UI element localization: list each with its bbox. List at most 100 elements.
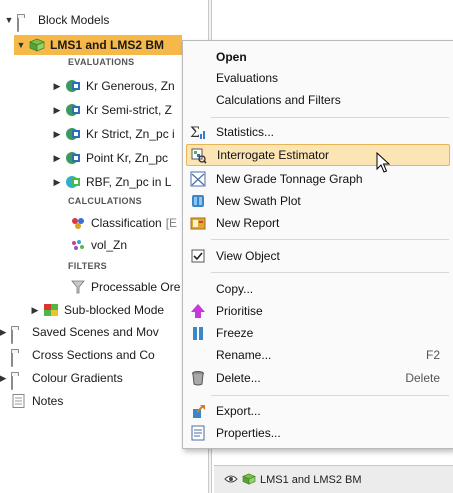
tree-item-label: Kr Generous, Zn xyxy=(86,79,175,93)
report-icon xyxy=(190,215,206,231)
menu-item-copy[interactable]: Copy... xyxy=(186,278,450,300)
menu-item-statistics[interactable]: Σ Statistics... xyxy=(186,121,450,143)
shown-objects-bar: LMS1 and LMS2 BM xyxy=(214,465,453,493)
evaluation-icon xyxy=(65,79,81,93)
tree-item-filter[interactable]: Processable Ore xyxy=(70,277,180,297)
menu-item-calculations-filters[interactable]: Calculations and Filters xyxy=(186,89,450,111)
folder-icon xyxy=(11,348,27,367)
tree-item-evaluation[interactable]: ▶ Kr Strict, Zn_pc i xyxy=(52,124,175,144)
menu-item-export[interactable]: Export... xyxy=(186,400,450,422)
filter-icon xyxy=(70,280,86,294)
evaluation-icon xyxy=(65,127,81,141)
menu-item-view-object[interactable]: View Object xyxy=(186,245,450,267)
menu-separator xyxy=(211,239,449,240)
tree-item-label: Kr Semi-strict, Z xyxy=(86,103,172,117)
expanded-arrow-icon[interactable]: ▼ xyxy=(4,15,14,25)
sub-blocked-model-icon xyxy=(43,303,59,317)
menu-item-label: New Grade Tonnage Graph xyxy=(216,172,363,186)
collapsed-arrow-icon[interactable]: ▶ xyxy=(52,105,62,115)
menu-item-shortcut: Delete xyxy=(405,371,440,385)
tree-item-label: Block Models xyxy=(38,13,110,27)
shown-object-item[interactable]: LMS1 and LMS2 BM xyxy=(224,472,362,488)
menu-separator xyxy=(211,395,449,396)
collapsed-arrow-icon[interactable]: ▶ xyxy=(52,177,62,187)
tree-item-evaluation[interactable]: ▶ RBF, Zn_pc in L xyxy=(52,172,172,192)
properties-icon xyxy=(190,425,206,441)
menu-item-label: Copy... xyxy=(216,282,254,296)
collapsed-arrow-icon[interactable]: ▶ xyxy=(52,81,62,91)
eye-icon[interactable] xyxy=(224,474,238,487)
collapsed-arrow-icon[interactable]: ▶ xyxy=(0,327,8,337)
menu-item-label: New Swath Plot xyxy=(216,194,301,208)
prioritise-arrow-icon xyxy=(190,303,206,319)
section-header-filters: FILTERS xyxy=(68,261,107,271)
menu-item-interrogate-estimator[interactable]: Interrogate Estimator xyxy=(186,144,450,166)
context-menu: Open Evaluations Calculations and Filter… xyxy=(182,40,453,449)
collapsed-arrow-icon[interactable]: ▶ xyxy=(30,305,40,315)
tree-item-saved-scenes[interactable]: ▶ Saved Scenes and Mov xyxy=(0,322,159,344)
menu-item-open[interactable]: Open xyxy=(186,46,450,68)
menu-item-rename[interactable]: Rename... F2 xyxy=(186,344,450,366)
mouse-pointer-icon xyxy=(376,152,390,173)
menu-item-properties[interactable]: Properties... xyxy=(186,422,450,444)
tree-item-label: Colour Gradients xyxy=(32,371,123,385)
expanded-arrow-icon[interactable]: ▼ xyxy=(16,40,26,50)
tree-item-label: Saved Scenes and Mov xyxy=(32,325,159,339)
menu-item-label: Calculations and Filters xyxy=(216,93,341,107)
menu-separator xyxy=(211,272,449,273)
menu-item-label: New Report xyxy=(216,216,280,230)
tree-item-calculation[interactable]: Classification [E xyxy=(70,213,177,233)
tree-item-block-models[interactable]: ▼ Block Models xyxy=(4,10,110,32)
menu-item-delete[interactable]: Delete... Delete xyxy=(186,367,450,389)
tree-item-suffix: [E xyxy=(165,216,178,230)
shown-object-label: LMS1 and LMS2 BM xyxy=(260,474,362,486)
menu-item-grade-tonnage-graph[interactable]: New Grade Tonnage Graph xyxy=(186,168,450,190)
menu-item-label: Open xyxy=(216,50,247,64)
folder-icon xyxy=(11,325,27,344)
tree-item-label: vol_Zn xyxy=(91,238,128,252)
menu-separator xyxy=(211,117,449,118)
trash-icon xyxy=(190,370,206,386)
tree-item-label: Cross Sections and Co xyxy=(32,348,155,362)
tree-item-evaluation[interactable]: ▶ Point Kr, Zn_pc xyxy=(52,148,169,168)
menu-item-evaluations[interactable]: Evaluations xyxy=(186,67,450,89)
tree-item-label: RBF, Zn_pc in L xyxy=(86,175,172,189)
tree-item-notes[interactable]: Notes xyxy=(11,391,63,411)
tree-item-cross-sections[interactable]: Cross Sections and Co xyxy=(11,345,155,367)
menu-item-shortcut: F2 xyxy=(425,348,440,362)
project-tree: ▼ Block Models ▼ LMS1 and LMS2 BM EVALUA… xyxy=(0,0,208,493)
collapsed-arrow-icon[interactable]: ▶ xyxy=(52,129,62,139)
menu-item-label: Export... xyxy=(216,404,261,418)
menu-item-freeze[interactable]: Freeze xyxy=(186,322,450,344)
export-icon xyxy=(190,403,206,419)
menu-item-swath-plot[interactable]: New Swath Plot xyxy=(186,190,450,212)
evaluation-icon xyxy=(65,151,81,165)
tree-item-calculation[interactable]: vol_Zn xyxy=(70,235,127,255)
tree-item-evaluation[interactable]: ▶ Kr Generous, Zn xyxy=(52,76,175,96)
tree-item-label: Kr Strict, Zn_pc i xyxy=(86,127,175,141)
menu-item-new-report[interactable]: New Report xyxy=(186,212,450,234)
collapsed-arrow-icon[interactable]: ▶ xyxy=(0,373,8,383)
menu-item-label: Rename... xyxy=(216,348,272,362)
menu-item-label: Statistics... xyxy=(216,125,275,139)
tree-item-sub-blocked[interactable]: ▶ Sub-blocked Mode xyxy=(14,300,165,320)
menu-item-label: Evaluations xyxy=(216,71,279,85)
block-model-icon xyxy=(242,473,256,488)
rbf-evaluation-icon xyxy=(65,175,81,189)
block-model-icon xyxy=(29,38,45,52)
section-header-evaluations: EVALUATIONS xyxy=(68,57,135,67)
menu-item-prioritise[interactable]: Prioritise xyxy=(186,300,450,322)
menu-item-label: View Object xyxy=(216,249,280,263)
freeze-icon xyxy=(190,325,206,341)
tree-item-label: Sub-blocked Mode xyxy=(64,303,165,317)
evaluation-icon xyxy=(65,103,81,117)
statistics-icon: Σ xyxy=(190,124,206,141)
menu-item-label: Freeze xyxy=(216,326,254,340)
tree-item-evaluation[interactable]: ▶ Kr Semi-strict, Z xyxy=(52,100,172,120)
tree-item-label: Point Kr, Zn_pc xyxy=(86,151,169,165)
checkbox-checked-icon[interactable] xyxy=(190,248,206,264)
section-header-calculations: CALCULATIONS xyxy=(68,196,142,206)
collapsed-arrow-icon[interactable]: ▶ xyxy=(52,153,62,163)
menu-item-label: Prioritise xyxy=(216,304,263,318)
tree-item-colour-gradients[interactable]: ▶ Colour Gradients xyxy=(0,368,123,390)
